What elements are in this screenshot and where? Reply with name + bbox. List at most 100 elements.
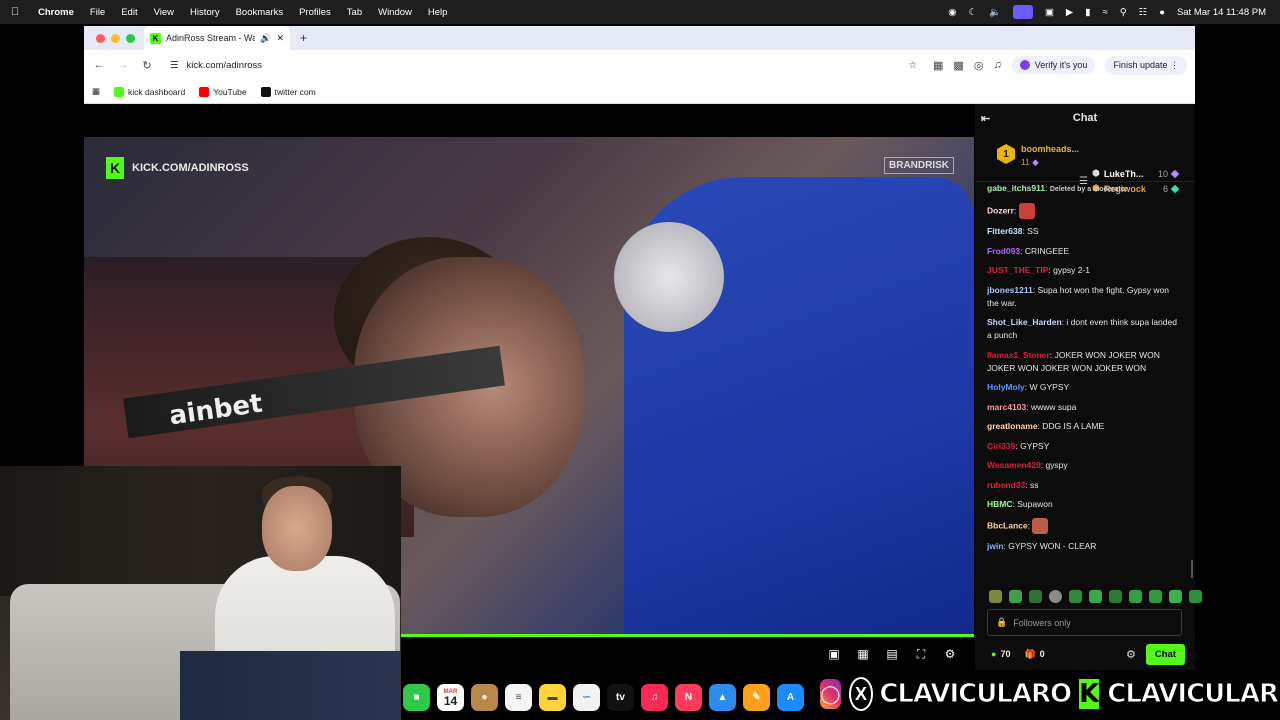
battery-icon[interactable]: ▮ — [1085, 7, 1090, 18]
chat-username[interactable]: Frod093 — [987, 246, 1020, 256]
menu-edit[interactable]: Edit — [113, 7, 145, 18]
app-store-icon[interactable]: A — [777, 683, 804, 711]
settings-icon[interactable]: ⚙ — [944, 648, 956, 660]
site-info-icon[interactable]: ☰ — [170, 60, 179, 71]
emote-icon[interactable] — [1069, 590, 1082, 603]
miniplayer-icon[interactable]: ▣ — [828, 648, 840, 660]
now-playing-icon[interactable]: ▶ — [1066, 7, 1073, 18]
extensions-icon[interactable]: ▦ — [933, 59, 943, 72]
chat-username[interactable]: Cirl339 — [987, 441, 1015, 451]
channel-points[interactable]: ● 70 — [991, 649, 1010, 659]
chat-username[interactable]: JUST_THE_TIP — [987, 265, 1048, 275]
menu-profiles[interactable]: Profiles — [291, 7, 339, 18]
chat-username[interactable]: gabe_itchs911 — [987, 183, 1045, 193]
leaderboard-row[interactable]: ⬢ LukeTh... 10 — [1092, 168, 1180, 179]
reminders-icon[interactable]: ≡ — [505, 683, 532, 711]
volume-icon[interactable]: 🔈 — [989, 7, 1001, 18]
menu-datetime[interactable]: Sat Mar 14 11:48 PM — [1177, 7, 1266, 18]
emote-icon[interactable] — [1089, 590, 1102, 603]
menu-help[interactable]: Help — [420, 7, 456, 18]
apple-menu-icon[interactable]:  — [0, 6, 30, 18]
forward-button[interactable]: → — [116, 59, 130, 71]
emote-icon[interactable] — [989, 590, 1002, 603]
zoom-window-button[interactable] — [126, 33, 135, 43]
address-bar[interactable]: ☰ kick.com/adinross ☆ — [164, 54, 924, 76]
back-button[interactable]: ← — [92, 59, 106, 71]
fullscreen-icon[interactable]: ⛶ — [915, 648, 927, 660]
pages-icon[interactable]: ✎ — [743, 683, 770, 711]
chat-username[interactable]: greatloname — [987, 421, 1038, 431]
verify-button[interactable]: Verify it's you — [1011, 56, 1096, 74]
news-icon[interactable]: N — [675, 683, 702, 711]
chat-username[interactable]: llamas1_Stoner — [987, 350, 1050, 360]
menu-view[interactable]: View — [146, 7, 182, 18]
emote-icon[interactable] — [1109, 590, 1122, 603]
siri-icon[interactable]: ● — [1159, 7, 1165, 18]
menu-app-name[interactable]: Chrome — [30, 7, 82, 18]
calendar-icon[interactable]: MAR 14 — [437, 683, 464, 711]
close-tab-icon[interactable]: ✕ — [276, 33, 284, 44]
gift-counter[interactable]: 🎁 0 — [1024, 649, 1044, 660]
new-tab-button[interactable]: + — [300, 31, 307, 45]
video-progress-bar[interactable] — [401, 634, 974, 637]
emote-icon[interactable] — [1129, 590, 1142, 603]
minimize-window-button[interactable] — [111, 33, 120, 43]
chat-username[interactable]: BbcLance — [987, 520, 1028, 530]
facetime-icon[interactable]: ■ — [403, 683, 430, 711]
tab-adinross[interactable]: K AdinRoss Stream - Watch 🔊 ✕ — [144, 26, 290, 50]
music-icon[interactable]: ♫ — [641, 683, 668, 711]
display-icon[interactable]: ▣ — [1045, 7, 1054, 18]
chat-scrollbar[interactable] — [1191, 560, 1193, 578]
menu-file[interactable]: File — [82, 7, 113, 18]
chat-username[interactable]: HBMC — [987, 499, 1013, 509]
leaderboard-first[interactable]: 1 boomheads... 11 ◆ — [997, 144, 1079, 168]
apps-grid-icon[interactable]: ▦ — [92, 86, 100, 97]
audio-playing-icon[interactable]: 🔊 — [260, 33, 271, 44]
wifi-icon[interactable]: ≈ — [1102, 7, 1107, 18]
screen-record-icon[interactable] — [1012, 5, 1033, 19]
chat-username[interactable]: jwin — [987, 541, 1004, 551]
apple-tv-icon[interactable]: tv — [607, 683, 634, 711]
menu-window[interactable]: Window — [370, 7, 420, 18]
chat-username[interactable]: jbones1211 — [987, 285, 1033, 295]
chat-username[interactable]: Fitter638 — [987, 226, 1022, 236]
creative-cloud-icon[interactable]: ◉ — [948, 7, 956, 18]
search-icon[interactable]: ⚲ — [1120, 7, 1127, 18]
close-window-button[interactable] — [96, 33, 105, 43]
reload-button[interactable]: ↻ — [140, 59, 154, 72]
freeform-icon[interactable]: ∽ — [573, 683, 600, 711]
bookmark-youtube[interactable]: YouTube — [199, 86, 247, 97]
chat-input[interactable]: 🔒 Followers only — [987, 609, 1182, 636]
bookmark-star-icon[interactable]: ☆ — [908, 60, 917, 71]
focus-moon-icon[interactable]: ☾ — [969, 7, 978, 18]
theater-mode-icon[interactable]: ▤ — [886, 648, 898, 660]
chat-username[interactable]: HolyMoly — [987, 382, 1025, 392]
finish-update-button[interactable]: Finish update ⋮ — [1105, 55, 1187, 75]
menu-history[interactable]: History — [182, 7, 228, 18]
emote-icon[interactable] — [1029, 590, 1042, 603]
menu-tab[interactable]: Tab — [339, 7, 370, 18]
control-center-icon[interactable]: ☷ — [1139, 7, 1148, 18]
extension-icon[interactable]: ◎ — [974, 59, 984, 72]
emote-icon[interactable] — [1189, 590, 1202, 603]
menu-bookmarks[interactable]: Bookmarks — [228, 7, 292, 18]
emote-icon[interactable] — [1009, 590, 1022, 603]
keynote-icon[interactable]: ▲ — [709, 683, 736, 711]
chat-username[interactable]: rubend33 — [987, 480, 1025, 490]
emote-icon[interactable] — [1149, 590, 1162, 603]
chat-username[interactable]: Shot_Like_Harden — [987, 317, 1062, 327]
media-controls-icon[interactable]: ♫ — [993, 59, 1001, 71]
send-chat-button[interactable]: Chat — [1145, 643, 1185, 665]
chat-settings-icon[interactable]: ⚙ — [1126, 648, 1136, 661]
emote-icon[interactable] — [1049, 590, 1062, 603]
bookmark-kick-dashboard[interactable]: kick dashboard — [114, 86, 185, 97]
bookmark-twitter[interactable]: twitter com — [260, 86, 316, 97]
chat-username[interactable]: Dozerr — [987, 205, 1014, 215]
contacts-icon[interactable]: ● — [471, 683, 498, 711]
notes-icon[interactable]: ▬ — [539, 683, 566, 711]
clip-icon[interactable]: ▦ — [857, 648, 869, 660]
cast-icon[interactable]: ▩ — [953, 59, 963, 72]
collapse-chat-icon[interactable]: ⇤ — [981, 112, 990, 125]
emote-icon[interactable] — [1169, 590, 1182, 603]
chat-username[interactable]: marc4103 — [987, 402, 1026, 412]
